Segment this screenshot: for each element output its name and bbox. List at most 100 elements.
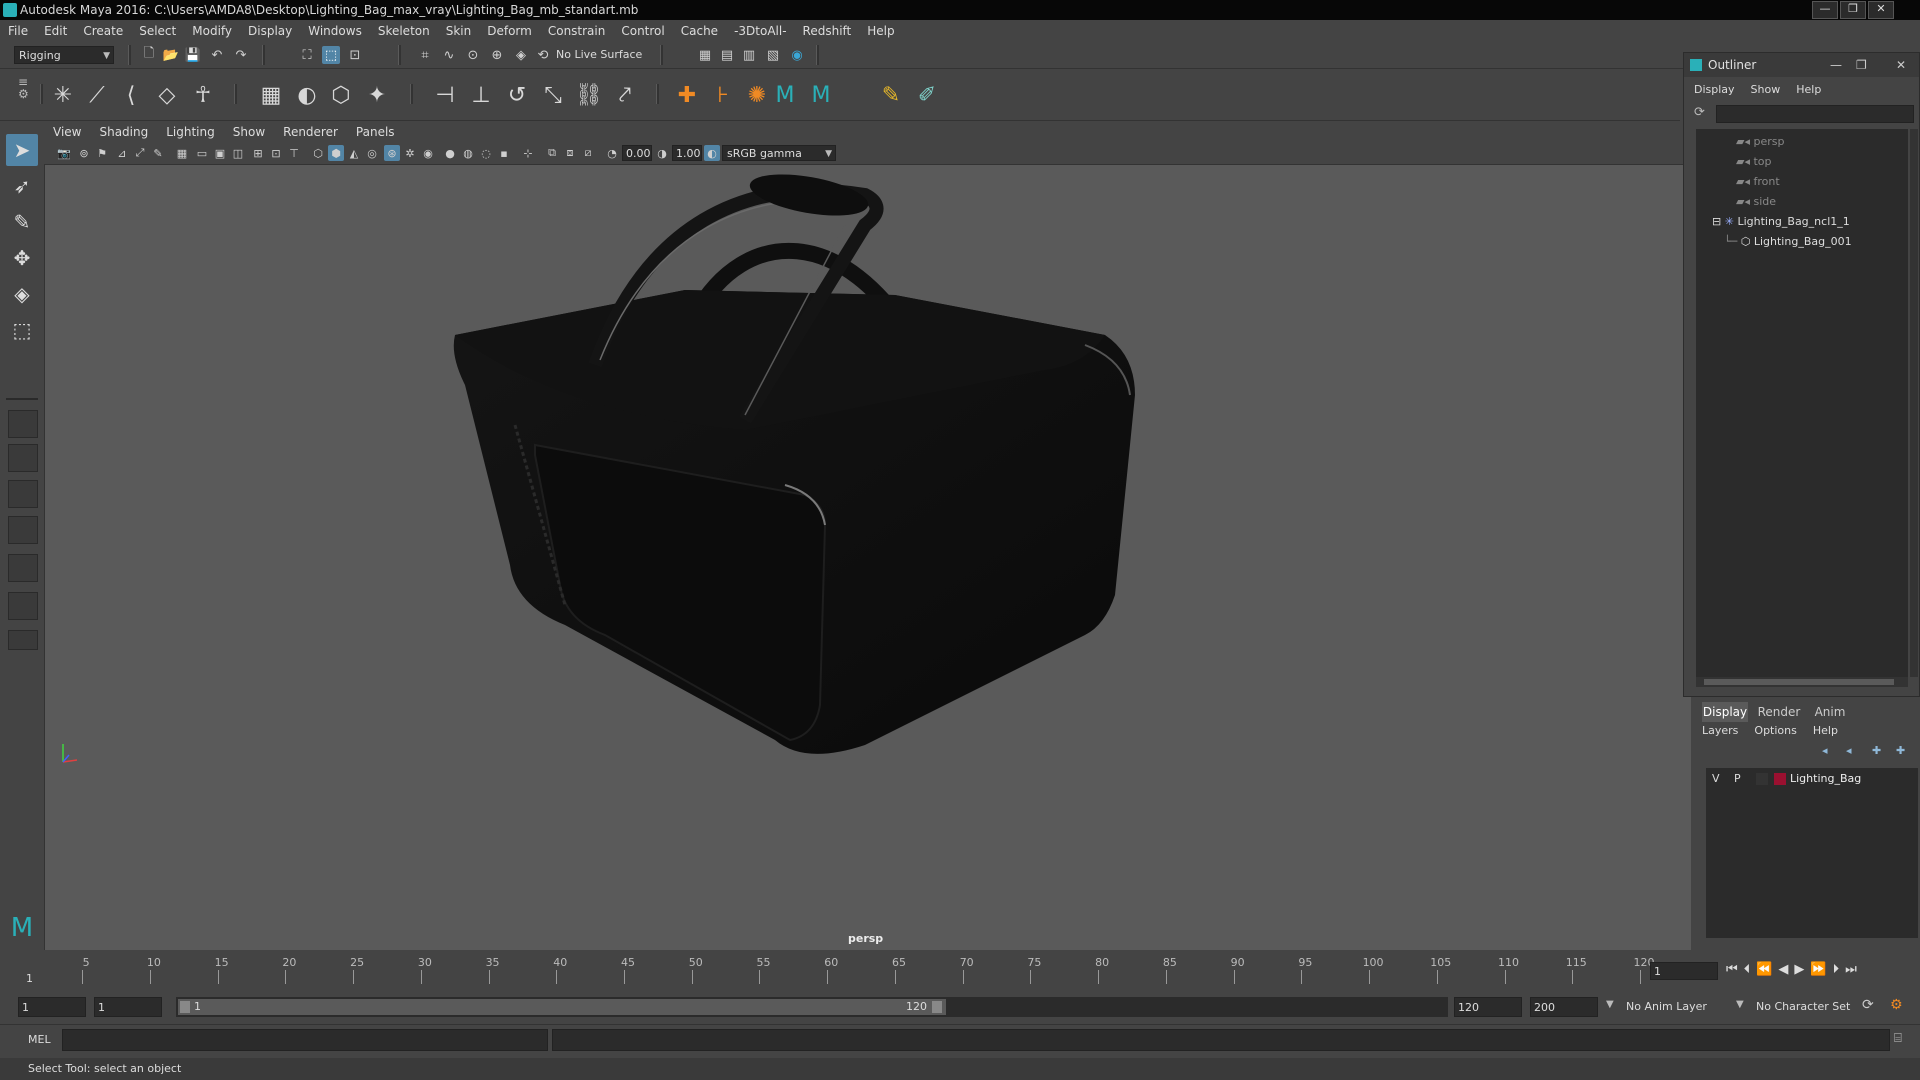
menu-control[interactable]: Control <box>613 24 672 38</box>
go-to-end-icon[interactable]: ⏭ <box>1845 962 1857 977</box>
grease-pencil-icon[interactable]: ✎ <box>150 145 166 161</box>
maximize-button[interactable]: ❐ <box>1840 1 1866 19</box>
snap-point-icon[interactable]: ⊙ <box>464 46 482 64</box>
select-object-icon[interactable]: ⬚ <box>322 46 340 64</box>
view-transform-dropdown[interactable]: sRGB gamma ▼ <box>722 145 836 161</box>
viewport-menu-renderer[interactable]: Renderer <box>274 125 347 139</box>
select-component-icon[interactable]: ⊡ <box>346 46 364 64</box>
film-gate-icon[interactable]: ▭ <box>194 145 210 161</box>
range-end-handle[interactable] <box>932 1001 942 1013</box>
rotate-tool-icon[interactable]: ◈ <box>6 278 38 310</box>
new-layer-selected-icon[interactable]: ✚ <box>1896 744 1905 757</box>
textured-icon[interactable]: ◎ <box>364 145 380 161</box>
paint-weights-icon[interactable]: ✎ <box>876 80 906 110</box>
persp-graph-layout-icon[interactable] <box>8 516 38 544</box>
outliner-vertical-scrollbar[interactable] <box>1910 129 1918 677</box>
smooth-shade-icon[interactable]: ⬢ <box>328 145 344 161</box>
outliner-close-icon[interactable]: ✕ <box>1896 53 1906 77</box>
open-scene-icon[interactable]: 📂 <box>162 46 180 64</box>
parent-constraint-icon[interactable]: ⛓ <box>574 80 604 110</box>
redo-icon[interactable]: ↷ <box>232 46 250 64</box>
range-start-handle[interactable] <box>180 1001 190 1013</box>
cluster-icon[interactable]: ◐ <box>292 80 322 110</box>
use-all-lights-icon[interactable]: ⊛ <box>384 145 400 161</box>
wireframe-on-shaded-icon[interactable]: ◭ <box>346 145 362 161</box>
image-plane-icon[interactable]: ⊿ <box>114 145 130 161</box>
wireframe-icon[interactable]: ⬡ <box>310 145 326 161</box>
close-button[interactable]: ✕ <box>1868 1 1894 19</box>
four-view-layout-icon[interactable] <box>8 444 38 472</box>
layer-visibility-toggle[interactable]: V <box>1712 772 1720 785</box>
hypershade-icon[interactable]: ◉ <box>788 46 806 64</box>
menu-3dtoall[interactable]: -3DtoAll- <box>726 24 794 38</box>
pole-vector-icon[interactable]: ⤤ <box>610 80 640 110</box>
step-back-frame-icon[interactable]: ⏴ <box>1744 962 1751 977</box>
new-scene-icon[interactable]: 🗋 <box>140 46 158 64</box>
outliner-filter-icon[interactable]: ⟳ <box>1694 105 1705 120</box>
animation-end-field[interactable]: 200 <box>1530 997 1598 1017</box>
render-view-icon[interactable]: ▧ <box>764 46 782 64</box>
perspective-viewport[interactable]: persp <box>45 165 1691 950</box>
layer-color-swatch[interactable] <box>1774 773 1786 785</box>
go-to-start-icon[interactable]: ⏮ <box>1726 962 1738 977</box>
layer-playback-toggle[interactable]: P <box>1734 772 1741 785</box>
menu-redshift[interactable]: Redshift <box>795 24 860 38</box>
layer-menu-options[interactable]: Options <box>1746 724 1804 737</box>
humanik-icon[interactable]: ☥ <box>188 80 218 110</box>
script-language-toggle[interactable]: MEL <box>28 1033 51 1046</box>
color-management-icon[interactable]: ◐ <box>704 145 720 161</box>
exposure-field[interactable]: 0.00 <box>622 145 652 161</box>
chevron-down-icon[interactable]: ▼ <box>1736 999 1744 1010</box>
layer-row[interactable]: V P Lighting_Bag <box>1706 770 1918 788</box>
tab-display[interactable]: Display <box>1702 702 1748 722</box>
isolate-select-icon[interactable]: ▪ <box>496 145 512 161</box>
grid-toggle-icon[interactable]: ▦ <box>174 145 190 161</box>
custom-layout-icon[interactable] <box>8 630 38 650</box>
anim-layer-dropdown[interactable]: No Anim Layer <box>1622 997 1742 1017</box>
resolution-gate-icon[interactable]: ▣ <box>212 145 228 161</box>
live-surface-icon[interactable]: ⟲ <box>534 46 552 64</box>
ipr-render-icon[interactable]: ▥ <box>740 46 758 64</box>
lattice-icon[interactable]: ▦ <box>256 80 286 110</box>
bookmark-icon[interactable]: ⚑ <box>94 145 110 161</box>
joint-tool-icon[interactable]: ✳ <box>48 80 78 110</box>
outliner-menu-display[interactable]: Display <box>1686 83 1743 96</box>
2d-pan-zoom-icon[interactable]: ⤢ <box>132 145 148 161</box>
backface-culling-icon[interactable]: ⧄ <box>580 145 596 161</box>
nhair-icon[interactable]: ✺ <box>742 80 772 110</box>
exposure-icon[interactable]: ◔ <box>604 145 620 161</box>
layer-menu-help[interactable]: Help <box>1805 724 1846 737</box>
current-frame-field[interactable]: 1 <box>1650 962 1718 980</box>
viewport-menu-panels[interactable]: Panels <box>347 125 404 139</box>
step-forward-key-icon[interactable]: ⏩ <box>1810 962 1826 977</box>
gamma-field[interactable]: 1.00 <box>672 145 702 161</box>
persp-outliner-layout-icon[interactable] <box>8 480 38 508</box>
step-back-key-icon[interactable]: ⏪ <box>1756 962 1772 977</box>
set-key-icon[interactable]: ⊦ <box>708 80 738 110</box>
script-editor-icon[interactable]: ⌸ <box>1894 1031 1902 1046</box>
move-tool-icon[interactable]: ✥ <box>6 242 38 274</box>
select-hierarchy-icon[interactable]: ⛶ <box>298 46 316 64</box>
locator-icon[interactable]: ✚ <box>672 80 702 110</box>
maya-script-2-icon[interactable]: M <box>806 80 836 110</box>
blend-shape-icon[interactable]: ✦ <box>362 80 392 110</box>
scrollbar-thumb[interactable] <box>1704 679 1894 685</box>
menu-deform[interactable]: Deform <box>479 24 540 38</box>
field-chart-icon[interactable]: ⊞ <box>250 145 266 161</box>
time-slider[interactable]: 5 10 15 20 25 30 35 40 45 50 55 60 65 70 75 80 85 90 95 100… <box>0 950 1920 990</box>
menu-help[interactable]: Help <box>859 24 902 38</box>
xray-joints-icon[interactable]: ⧉ <box>544 145 560 161</box>
scale-tool-icon[interactable]: ⬚ <box>6 314 38 346</box>
gamma-icon[interactable]: ◑ <box>654 145 670 161</box>
animation-preferences-icon[interactable]: ⚙ <box>1890 997 1903 1013</box>
snap-view-icon[interactable]: ⊕ <box>488 46 506 64</box>
shelf-options-icon[interactable]: ≡ ⚙ <box>18 76 30 114</box>
menu-display[interactable]: Display <box>240 24 300 38</box>
point-constraint-icon[interactable]: ⊣ <box>430 80 460 110</box>
outliner-item-front[interactable]: ▰◂ front <box>1736 175 1780 188</box>
outliner-menu-show[interactable]: Show <box>1743 83 1789 96</box>
play-backwards-icon[interactable]: ◀ <box>1778 962 1788 977</box>
aim-constraint-icon[interactable]: ⊥ <box>466 80 496 110</box>
camera-select-icon[interactable]: 📷 <box>56 145 72 161</box>
move-layer-down-icon[interactable]: ◂ <box>1846 744 1852 757</box>
